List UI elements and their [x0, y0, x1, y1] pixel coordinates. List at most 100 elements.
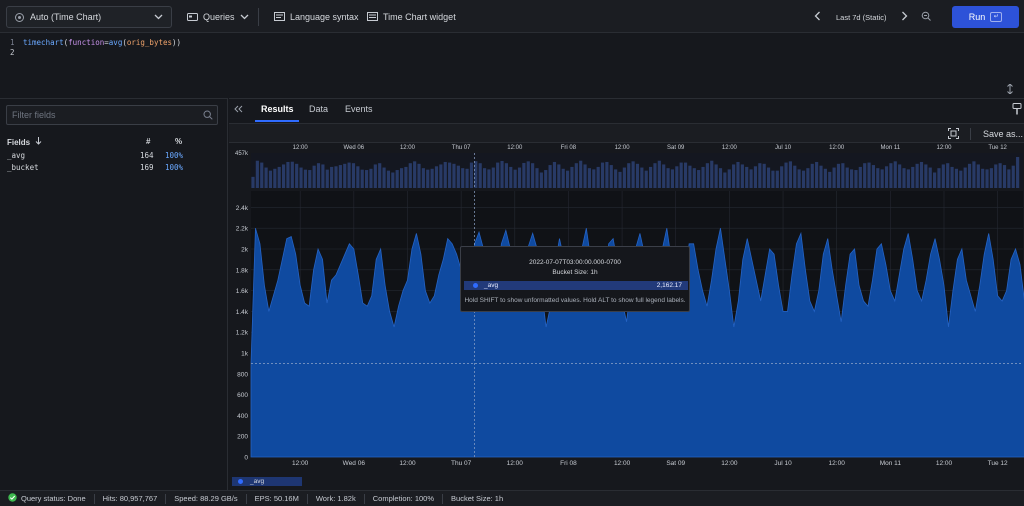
y-tick-label: 1k — [241, 351, 249, 358]
overview-bar — [579, 160, 583, 188]
overview-bar — [281, 164, 286, 188]
hits-count: Hits: 80,957,767 — [95, 493, 167, 504]
overview-bar — [378, 163, 382, 188]
overview-bar — [937, 168, 941, 188]
overview-bar — [640, 167, 644, 188]
overview-bar — [967, 163, 972, 188]
overview-bar — [321, 164, 325, 188]
overview-bar — [714, 164, 718, 188]
overview-bar — [884, 166, 889, 188]
overview-bar — [544, 170, 548, 188]
overview-bar — [793, 165, 797, 188]
overview-bar — [688, 165, 692, 188]
x-tick-label: Sat 09 — [666, 460, 685, 467]
overview-bar — [325, 169, 329, 188]
overview-bar — [954, 168, 959, 188]
overview-bar — [264, 167, 268, 188]
overview-bar — [347, 162, 351, 188]
main-chart[interactable]: 0 200 400 600 800 1k 1.2k 1.4k 1.6k 1.8k 2k 2.2k 2.4… — [236, 191, 1024, 467]
overview-bar — [504, 163, 508, 188]
overview-bar — [312, 165, 316, 188]
tooltip-series-name: _avg — [484, 282, 499, 289]
x-tick-label: 12:00 — [721, 460, 738, 467]
overview-bar — [465, 168, 469, 188]
overview-bar — [426, 169, 430, 188]
overview-bar — [950, 166, 954, 188]
overview-bar — [718, 168, 723, 188]
overview-bar — [443, 161, 447, 188]
overview-bar — [360, 169, 364, 188]
overview-bar — [526, 161, 530, 188]
overview-bar — [919, 161, 924, 188]
tooltip-hint: Hold SHIFT to show unformatted values. H… — [464, 297, 686, 304]
overview-bar — [854, 170, 858, 188]
x-tick-label: 12:00 — [829, 460, 846, 467]
overview-bar — [343, 163, 347, 188]
overview-bar — [801, 170, 806, 188]
overview-bar — [697, 170, 701, 188]
overview-bar — [941, 164, 945, 188]
overview-bar — [557, 164, 561, 188]
y-tick-label: 400 — [237, 413, 248, 420]
overview-bar — [399, 168, 404, 188]
overview-bar — [989, 168, 993, 188]
overview-bar — [500, 160, 504, 188]
overview-bar — [622, 167, 626, 188]
y-tick-label: 1.6k — [236, 288, 249, 295]
overview-bar — [290, 161, 294, 188]
overview-bar — [727, 169, 731, 188]
overview-bar — [1002, 165, 1007, 188]
y-tick-label: 2k — [241, 247, 249, 254]
overview-bar — [762, 163, 766, 188]
y-tick-label: 2.2k — [236, 226, 249, 233]
overview-bar — [815, 161, 819, 188]
overview-bar — [478, 163, 482, 188]
overview-bar — [985, 169, 989, 188]
overview-bar — [753, 166, 758, 188]
overview-x-tick-label: 12:00 — [507, 145, 523, 151]
overview-x-tick-label: 12:00 — [615, 145, 631, 151]
overview-bar — [408, 163, 412, 188]
overview-bar — [959, 170, 963, 188]
overview-bar — [395, 170, 399, 188]
query-status: Query status: Done — [0, 493, 95, 504]
overview-x-tick-label: 12:00 — [936, 145, 952, 151]
overview-bar — [876, 168, 880, 188]
overview-bar — [614, 169, 618, 188]
overview-bar — [1011, 165, 1015, 188]
work-value: Work: 1.82k — [308, 493, 365, 504]
overview-bar — [771, 170, 775, 188]
overview-bar — [452, 163, 456, 188]
x-tick-label: 12:00 — [614, 460, 631, 467]
overview-bar — [679, 162, 683, 188]
series-color-icon — [473, 283, 478, 288]
overview-bar — [780, 166, 784, 188]
overview-bar — [351, 163, 356, 188]
overview-bar — [635, 163, 640, 188]
overview-x-tick-label: Fri 08 — [561, 145, 577, 151]
tooltip-series-row: _avg 2,162.17 — [464, 281, 688, 290]
overview-bar — [823, 168, 827, 188]
overview-bar — [994, 164, 998, 188]
overview-bar — [565, 170, 570, 188]
overview-bar — [736, 161, 740, 188]
overview-bar — [531, 163, 535, 188]
overview-bar — [587, 168, 592, 188]
overview-bar — [439, 164, 443, 188]
overview-bar — [701, 166, 705, 188]
tooltip-bucket-size: Bucket Size: 1h — [552, 269, 598, 276]
legend-item[interactable]: _avg — [232, 477, 302, 486]
overview-bar — [513, 169, 517, 188]
overview-chart[interactable]: 12:00 Wed 06 12:00 Thu 07 12:00 Fri 08 12:00 Sa… — [235, 145, 1023, 188]
overview-bar — [299, 167, 303, 188]
overview-bar — [976, 164, 980, 188]
eps-value: EPS: 50.16M — [247, 493, 308, 504]
overview-bar — [963, 167, 967, 188]
legend-label: _avg — [250, 478, 265, 485]
overview-bar — [806, 168, 810, 188]
overview-bar — [710, 160, 714, 188]
x-tick-label: Tue 12 — [988, 460, 1008, 467]
overview-bar — [845, 167, 849, 188]
overview-bar — [662, 164, 666, 188]
overview-x-tick-label: Jul 10 — [775, 145, 792, 151]
